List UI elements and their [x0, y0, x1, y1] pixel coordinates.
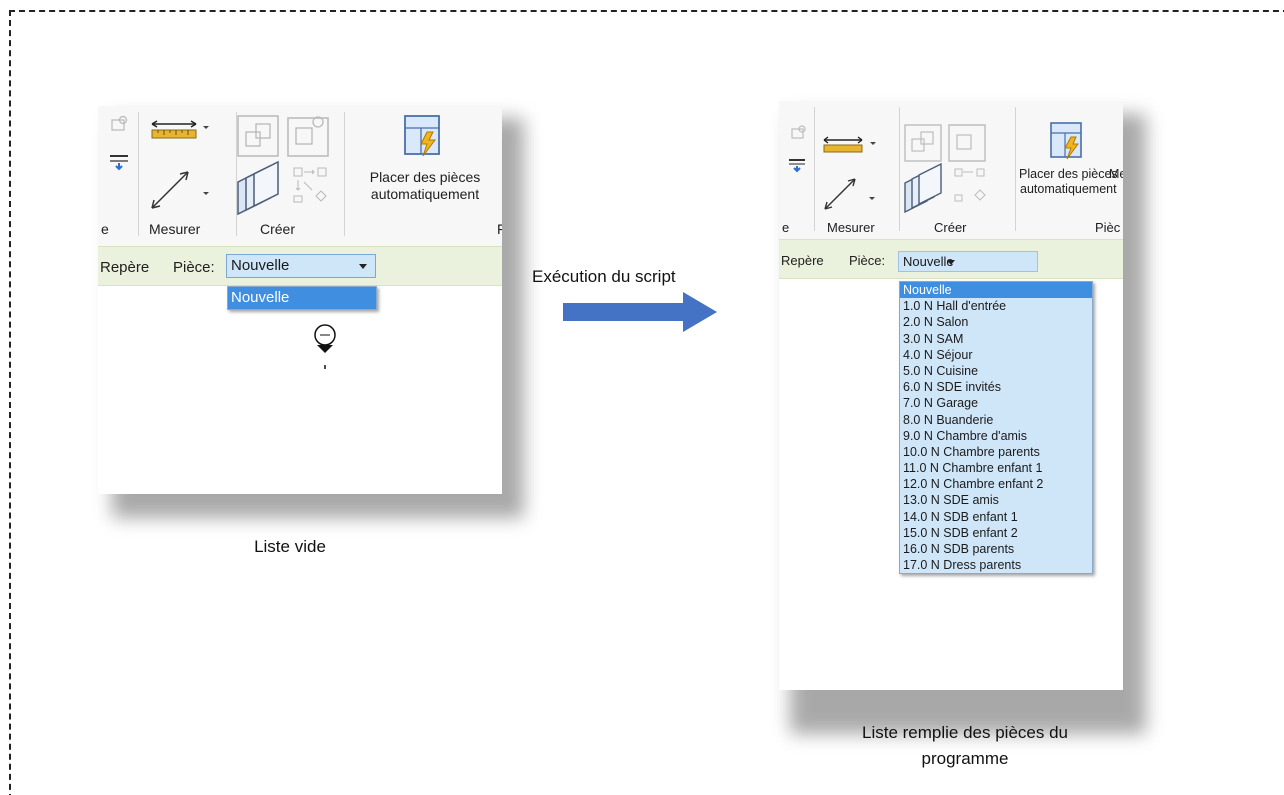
chevron-down-icon[interactable] — [947, 259, 955, 265]
dropdown-item[interactable]: 17.0 N Dress parents — [900, 557, 1092, 573]
right-ribbon: e Mesurer Créer Placer des pièces automa… — [779, 101, 1123, 239]
dropdown-item[interactable]: 7.0 N Garage — [900, 395, 1092, 411]
right-options-bar: Repère Pièce: Nouvelle — [779, 239, 1123, 279]
right-caption-line-2: programme — [921, 749, 1009, 768]
dropdown-item[interactable]: 16.0 N SDB parents — [900, 541, 1092, 557]
room-combobox-value: Nouvelle — [903, 254, 954, 269]
left-room-dropdown: Nouvelle — [227, 286, 377, 310]
left-ribbon: e Mesurer Créer Placer des pièces automa… — [98, 106, 502, 246]
right-caption: Liste remplie des pièces du programme — [820, 720, 1110, 772]
dropdown-item[interactable]: 3.0 N SAM — [900, 331, 1092, 347]
auto-place-label-1: Placer des pièces — [369, 169, 481, 185]
tag-all-icon[interactable] — [789, 123, 809, 143]
repere-label: Repère — [781, 253, 824, 268]
create-tools-icon[interactable] — [232, 110, 342, 222]
left-screenshot: e Mesurer Créer Placer des pièces automa… — [98, 106, 502, 494]
create-panel-label: Créer — [260, 221, 296, 237]
dropdown-item[interactable]: 13.0 N SDE amis — [900, 492, 1092, 508]
dropdown-item[interactable]: 6.0 N SDE invités — [900, 379, 1092, 395]
measure-distance-icon[interactable] — [146, 164, 210, 214]
chevron-down-icon[interactable] — [359, 264, 367, 269]
dropdown-item[interactable]: 8.0 N Buanderie — [900, 412, 1092, 428]
ribbon-cut-label: e — [101, 221, 109, 237]
dropdown-item[interactable]: 15.0 N SDB enfant 2 — [900, 525, 1092, 541]
measure-panel-label: Mesurer — [827, 220, 875, 235]
ribbon-cut-label: e — [782, 220, 790, 235]
arrow-label: Exécution du script — [532, 267, 676, 286]
piece-label: Pièce: — [173, 259, 215, 276]
auto-place-label-1: Placer des pièces — [1019, 167, 1118, 181]
line-styles-icon[interactable] — [787, 156, 809, 174]
measure-panel-label: Mesurer — [149, 221, 201, 237]
dropdown-item[interactable]: 12.0 N Chambre enfant 2 — [900, 476, 1092, 492]
room-combobox-value: Nouvelle — [231, 257, 290, 274]
right-arrow-icon — [563, 292, 717, 332]
dropdown-item[interactable]: 11.0 N Chambre enfant 1 — [900, 460, 1092, 476]
ribbon-cut-right: Pièc — [1095, 220, 1121, 235]
dropdown-item-selected[interactable]: Nouvelle — [228, 287, 376, 309]
piece-label: Pièce: — [849, 253, 886, 268]
create-panel-label: Créer — [934, 220, 967, 235]
dropdown-item[interactable]: 5.0 N Cuisine — [900, 363, 1092, 379]
auto-place-rooms-icon[interactable] — [401, 112, 445, 160]
line-styles-icon[interactable] — [108, 152, 132, 172]
aligned-dimension-icon[interactable] — [150, 116, 210, 148]
left-options-bar: Repère Pièce: Nouvelle — [98, 246, 502, 286]
create-tools-icon[interactable] — [899, 119, 1009, 219]
dropdown-item[interactable]: 2.0 N Salon — [900, 314, 1092, 330]
left-caption: Liste vide — [254, 537, 326, 556]
auto-place-rooms-button[interactable]: Placer des pièces automatiquement — [350, 169, 500, 203]
room-tag-marker-icon — [314, 324, 336, 369]
room-combobox[interactable]: Nouvelle — [898, 251, 1038, 272]
ribbon-cut-right: F — [497, 221, 502, 237]
ribbon-cut-right-top: Me — [1109, 167, 1123, 181]
auto-place-rooms-button[interactable]: Placer des pièces automatiquement — [1019, 167, 1123, 197]
dropdown-item-selected[interactable]: Nouvelle — [900, 282, 1092, 299]
room-combobox[interactable]: Nouvelle — [226, 254, 376, 278]
dropdown-item[interactable]: 9.0 N Chambre d'amis — [900, 428, 1092, 444]
dropdown-item[interactable]: 1.0 N Hall d'entrée — [900, 298, 1092, 314]
dropdown-item[interactable]: 4.0 N Séjour — [900, 347, 1092, 363]
dropdown-item[interactable]: 10.0 N Chambre parents — [900, 444, 1092, 460]
right-caption-line-1: Liste remplie des pièces du — [861, 723, 1068, 742]
auto-place-label-2: automatiquement — [1020, 182, 1117, 196]
auto-place-rooms-icon[interactable] — [1047, 119, 1087, 163]
right-screenshot: e Mesurer Créer Placer des pièces automa… — [779, 101, 1123, 690]
aligned-dimension-icon[interactable] — [822, 133, 878, 163]
right-room-dropdown: Nouvelle 1.0 N Hall d'entrée 2.0 N Salon 3.… — [899, 281, 1093, 575]
dropdown-item[interactable]: 14.0 N SDB enfant 1 — [900, 509, 1092, 525]
auto-place-label-2: automatiquement — [370, 186, 480, 202]
repere-label: Repère — [100, 259, 150, 276]
tag-all-icon[interactable] — [108, 114, 130, 136]
measure-distance-icon[interactable] — [819, 171, 879, 215]
